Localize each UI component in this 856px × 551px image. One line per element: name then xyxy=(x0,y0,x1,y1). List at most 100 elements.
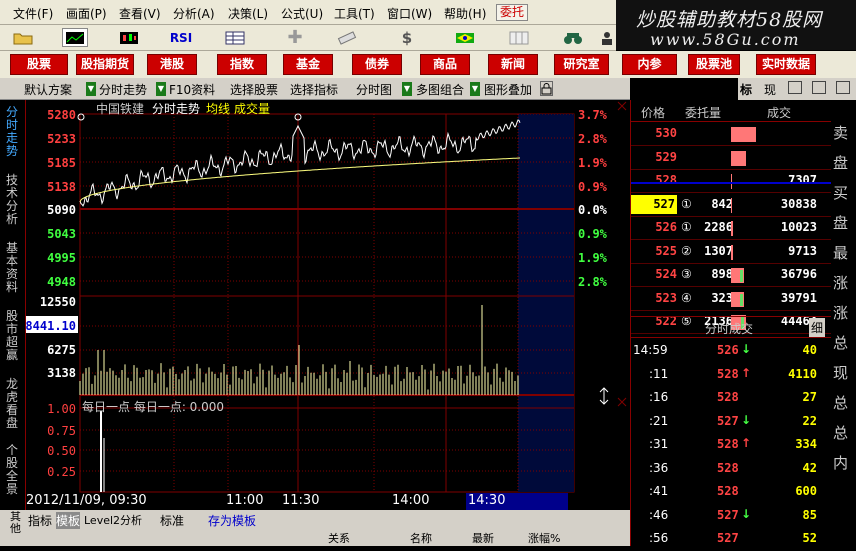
tab-f10[interactable]: F10资料 xyxy=(169,81,215,98)
side-tab-technical[interactable]: 技术分析 xyxy=(4,174,20,226)
orderbook-price: 528 xyxy=(655,173,677,187)
bottom-tab-other[interactable]: 其他 xyxy=(10,511,23,535)
menu-window[interactable]: 窗口(W) xyxy=(387,5,432,22)
nav-insider[interactable]: 内参 xyxy=(622,54,677,75)
flag-icon[interactable] xyxy=(452,28,478,47)
cross-icon[interactable]: ✚ xyxy=(282,27,308,48)
binoculars-icon[interactable] xyxy=(560,28,586,47)
col-relation[interactable]: 关系 xyxy=(328,530,350,546)
legend-stock: 中国铁建 xyxy=(96,102,145,116)
orderbook-deal: 30838 xyxy=(780,196,817,211)
col-change-pct[interactable]: 涨幅% xyxy=(528,530,560,546)
menu-analysis[interactable]: 分析(A) xyxy=(173,5,215,22)
deal-bar xyxy=(731,244,734,260)
price-tick-label: 4948 xyxy=(47,275,76,289)
ruler-icon[interactable] xyxy=(334,28,360,47)
right-side-label: 涨 xyxy=(833,304,849,322)
sub-tick-label: 0.25 xyxy=(47,465,76,479)
time-tick: 11:00 xyxy=(226,493,264,508)
tick-row[interactable]: :41 528 600 xyxy=(631,481,831,504)
tick-row[interactable]: :11 528 ↑ 4110 xyxy=(631,364,831,387)
tick-row[interactable]: :36 528 42 xyxy=(631,458,831,481)
side-tab-dragon[interactable]: 龙虎看盘 xyxy=(4,378,20,430)
tick-direction-icon: ↓ xyxy=(741,506,752,521)
dropdown-arrow-icon[interactable]: ▼ xyxy=(470,82,480,96)
side-tab-intraday[interactable]: 分时走势 xyxy=(4,106,20,158)
menu-view[interactable]: 查看(V) xyxy=(119,5,161,22)
side-tab-fundamentals[interactable]: 基本资料 xyxy=(4,242,20,294)
tick-price: 527 xyxy=(717,413,739,428)
menu-help[interactable]: 帮助(H) xyxy=(444,5,486,22)
nav-research[interactable]: 研究室 xyxy=(554,54,609,75)
nav-bond[interactable]: 债券 xyxy=(352,54,402,75)
lock-icon[interactable] xyxy=(540,81,553,96)
table-icon[interactable] xyxy=(222,28,248,47)
line-chart-icon[interactable] xyxy=(62,28,88,47)
tab-multi-chart[interactable]: 多图组合 xyxy=(416,81,464,98)
orderbook-seq: ③ xyxy=(681,267,692,281)
time-tick: 14:00 xyxy=(392,493,430,508)
orderbook-deal: 7307 xyxy=(788,173,817,187)
orderbook-price: 529 xyxy=(655,149,677,164)
bottom-tab-level2[interactable]: Level2分析 xyxy=(84,512,142,528)
dropdown-arrow-icon[interactable]: ▼ xyxy=(402,82,412,96)
tick-row[interactable]: :16 528 27 xyxy=(631,387,831,410)
post-market-band xyxy=(518,114,574,492)
next-icon[interactable] xyxy=(836,81,850,94)
tab-overlay[interactable]: 图形叠加 xyxy=(484,81,532,98)
menu-decision[interactable]: 决策(L) xyxy=(228,5,268,22)
tick-row[interactable]: :46 527 ↓ 85 xyxy=(631,505,831,528)
tab-select-stock[interactable]: 选择股票 xyxy=(230,81,278,98)
sub-indicator-title: 每日一点 每日一点: 0.000 xyxy=(82,400,225,414)
menu-formula[interactable]: 公式(U) xyxy=(281,5,323,22)
menu-file[interactable]: 文件(F) xyxy=(13,5,53,22)
nav-realtime[interactable]: 实时数据 xyxy=(756,54,816,75)
tick-row[interactable]: 14:59 526 ↓ 40 xyxy=(631,340,831,363)
tab-current[interactable]: 现 xyxy=(764,81,776,98)
kline-icon[interactable] xyxy=(116,28,142,47)
menu-screen[interactable]: 画面(P) xyxy=(66,5,107,22)
chart-canvas[interactable]: 5280 5233 5185 5138 5090 5043 4995 4948 3.7% 2.8%… xyxy=(25,100,630,510)
trade-button[interactable]: 委托 xyxy=(496,4,528,21)
bottom-tab-standard[interactable]: 标准 xyxy=(160,512,184,529)
dropdown-arrow-icon[interactable]: ▼ xyxy=(86,82,96,96)
tick-row[interactable]: :21 527 ↓ 22 xyxy=(631,411,831,434)
nav-hk[interactable]: 港股 xyxy=(147,54,197,75)
detail-button[interactable]: 细 xyxy=(809,318,826,337)
tab-intraday-chart[interactable]: 分时图 xyxy=(356,81,392,98)
intraday-chart[interactable]: 5280 5233 5185 5138 5090 5043 4995 4948 3.7% 2.8%… xyxy=(25,100,630,510)
tab-default-scheme[interactable]: 默认方案 xyxy=(24,81,72,98)
menu-tools[interactable]: 工具(T) xyxy=(334,5,375,22)
nav-fund[interactable]: 基金 xyxy=(283,54,333,75)
col-price: 价格 xyxy=(641,106,666,120)
rsi-icon[interactable]: RSI xyxy=(168,28,194,47)
col-latest[interactable]: 最新 xyxy=(472,530,494,546)
right-side-label: 总 xyxy=(833,334,849,352)
dropdown-arrow-icon[interactable]: ▼ xyxy=(156,82,166,96)
nav-stock[interactable]: 股票 xyxy=(10,54,68,75)
nav-futures[interactable]: 股指期货 xyxy=(76,54,134,75)
tab-intraday[interactable]: 分时走势 xyxy=(99,81,147,98)
prev-icon[interactable] xyxy=(812,81,826,94)
side-tab-super[interactable]: 股市超赢 xyxy=(4,310,20,362)
bottom-tab-indicator[interactable]: 指标 xyxy=(28,512,52,529)
nav-commodity[interactable]: 商品 xyxy=(420,54,470,75)
nav-index[interactable]: 指数 xyxy=(217,54,267,75)
panel-toggle-icon[interactable] xyxy=(788,81,802,94)
nav-news[interactable]: 新闻 xyxy=(488,54,538,75)
tick-row[interactable]: :31 528 ↑ 334 xyxy=(631,434,831,457)
volume-tick-label: 8441.10 xyxy=(26,319,76,333)
col-name[interactable]: 名称 xyxy=(410,530,432,546)
side-tab-panorama[interactable]: 个股全景 xyxy=(4,444,20,496)
nav-pool[interactable]: 股票池 xyxy=(688,54,740,75)
tab-select-indicator[interactable]: 选择指标 xyxy=(290,81,338,98)
dollar-icon[interactable]: $ xyxy=(394,28,420,47)
bottom-tab-template[interactable]: 模板 xyxy=(56,512,81,529)
grid-icon[interactable] xyxy=(506,28,532,47)
tick-row[interactable]: :56 527 52 xyxy=(631,528,831,551)
pct-tick-label: 0.0% xyxy=(578,203,608,217)
save-template-button[interactable]: 存为模板 xyxy=(208,512,256,529)
tab-mark[interactable]: 标 xyxy=(740,81,752,98)
orderbook-price: 527 xyxy=(631,194,677,214)
folder-icon[interactable] xyxy=(10,28,36,47)
